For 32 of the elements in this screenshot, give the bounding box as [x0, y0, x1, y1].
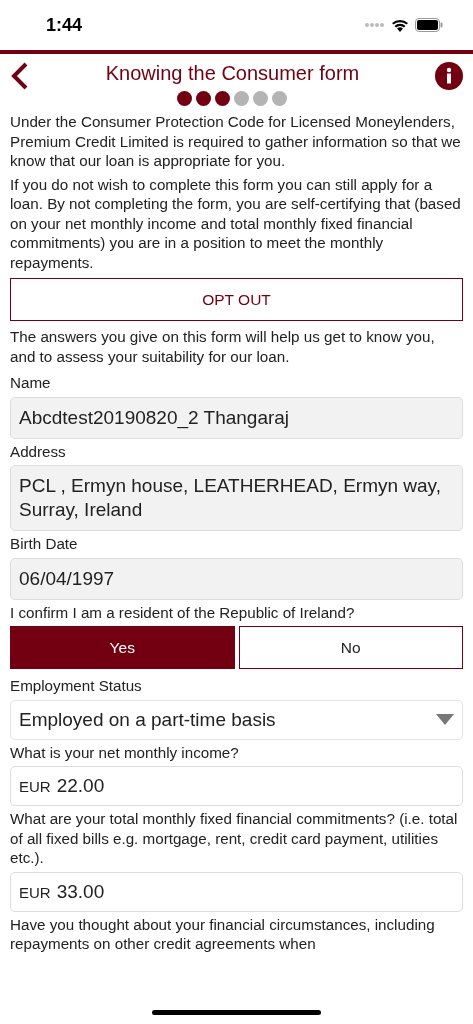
intro-paragraph: Under the Consumer Protection Code for Licensed Moneylenders, Premium Credit Limited is required to gather information so that we know that our loan is appropriate for you.	[10, 112, 462, 171]
field-label: Employment Status	[10, 676, 143, 696]
choice-button[interactable]: No	[238, 626, 463, 669]
amount-field[interactable]: EUR 33.00	[10, 871, 463, 912]
dropdown-icon	[436, 714, 454, 725]
status-time: 1:44	[46, 14, 83, 36]
page-title: Knowing the Consumer form	[105, 62, 360, 85]
choice-button[interactable]: Yes	[10, 626, 235, 669]
select-field[interactable]: Employed on a part-time basis	[10, 699, 463, 740]
wifi-icon	[391, 18, 409, 32]
currency-label: EUR	[19, 883, 51, 901]
note-paragraph: The answers you give on this form will help us get to know you, and to assess your suitability for our loan.	[10, 327, 436, 366]
battery-icon	[415, 18, 443, 32]
field-label: What are your total monthly fixed financial commitments? (i.e. total of all fixed bills e.g. mortgage, rent, credit card payment, utilities etc.).	[10, 809, 459, 868]
text-field[interactable]: Abcdtest20190820_2 Thangaraj	[10, 396, 463, 439]
field-label: What is your net monthly income?	[10, 742, 240, 762]
field-label: Address	[10, 441, 67, 461]
amount-value: 33.00	[56, 880, 105, 903]
text-field[interactable]: 06/04/1997	[10, 557, 463, 600]
field-label: Birth Date	[10, 534, 79, 554]
field-label: I confirm I am a resident of the Republic of Ireland?	[10, 602, 356, 622]
intro-paragraph: If you do not wish to complete this form you can still apply for a loan. By not completing the form, you are self-certifying that (based on your net monthly income and total monthly fixed financial commitments) you are in a position to meet the monthly repayments.	[10, 174, 462, 272]
signal-icon	[365, 23, 385, 27]
field-label: Name	[10, 373, 52, 393]
info-icon[interactable]	[435, 62, 463, 90]
field-label: Have you thought about your financial circumstances, including repayments on other credit agreements when	[10, 914, 436, 954]
amount-field[interactable]: EUR 22.00	[10, 766, 463, 806]
back-icon[interactable]	[10, 62, 30, 90]
currency-label: EUR	[19, 778, 51, 795]
amount-value: 22.00	[56, 775, 105, 797]
text-field[interactable]: PCL , Ermyn house, LEATHERHEAD, Ermyn way, Surray, Ireland	[10, 465, 463, 531]
opt-out-button[interactable]: OPT OUT	[10, 278, 463, 321]
